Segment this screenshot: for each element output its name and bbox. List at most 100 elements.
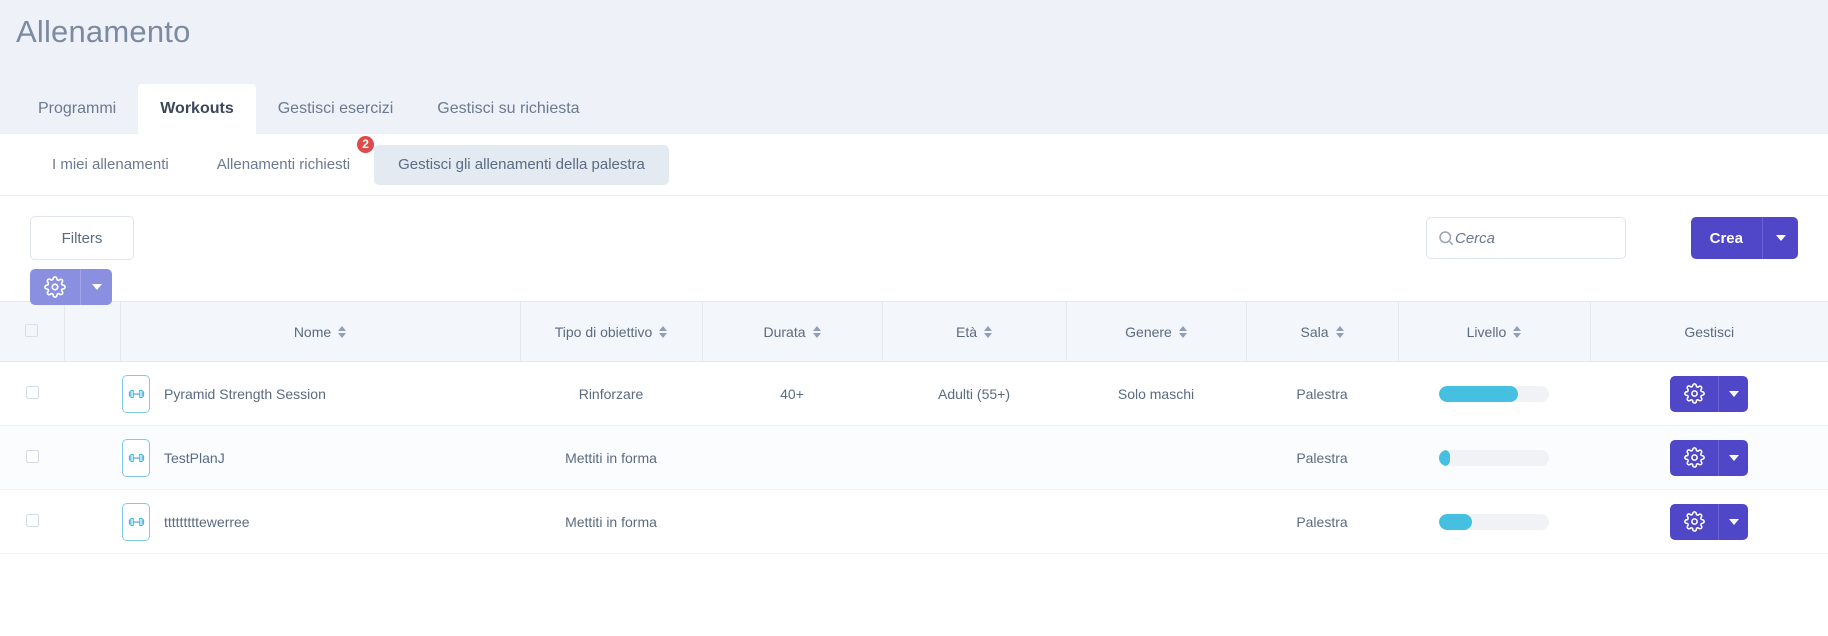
chevron-down-icon[interactable] — [1762, 217, 1798, 259]
age-cell — [882, 489, 1066, 554]
level-progress-fill — [1439, 385, 1519, 402]
app-page: Allenamento Programmi Workouts Gestisci … — [0, 0, 1828, 636]
row-select-cell[interactable] — [0, 489, 64, 554]
manage-cell[interactable] — [1590, 361, 1828, 426]
select-all-header[interactable] — [0, 301, 64, 362]
manage-cell[interactable] — [1590, 425, 1828, 490]
age-cell: Adulti (55+) — [882, 361, 1066, 426]
sort-icon[interactable] — [1335, 325, 1344, 338]
column-label: Livello — [1466, 323, 1507, 340]
workouts-table: Nome Tipo di obiettivo Durata Età Genere… — [0, 301, 1828, 554]
table-row[interactable]: TestPlanJ Mettiti in forma Palestra — [0, 425, 1828, 490]
search-input-wrapper[interactable] — [1426, 217, 1626, 259]
column-label: Genere — [1125, 323, 1172, 340]
status-badge: 2 — [355, 133, 377, 155]
age-cell — [882, 425, 1066, 490]
primary-tab-bar: Programmi Workouts Gestisci esercizi Ges… — [0, 84, 1828, 134]
column-header-nome[interactable]: Nome — [119, 301, 520, 362]
sort-icon[interactable] — [1178, 325, 1187, 338]
chevron-down-icon[interactable] — [1718, 375, 1748, 412]
icon-header — [63, 301, 120, 362]
manage-split-button[interactable] — [1670, 375, 1748, 412]
gear-icon[interactable] — [30, 269, 80, 305]
sort-icon[interactable] — [1513, 325, 1522, 338]
duration-cell: 40+ — [702, 361, 882, 426]
gear-icon[interactable] — [1670, 503, 1718, 540]
subtab-gestisci-allenamenti-palestra[interactable]: Gestisci gli allenamenti della palestra — [374, 144, 669, 185]
workout-name-cell: tttttttttewerree — [64, 489, 520, 554]
dumbbell-icon — [122, 502, 150, 541]
table-body: Pyramid Strength Session Rinforzare 40+ … — [0, 361, 1828, 554]
column-label: Sala — [1300, 323, 1329, 340]
level-progress-bar — [1439, 513, 1549, 530]
sort-icon[interactable] — [812, 325, 821, 338]
content-card: I miei allenamenti Allenamenti richiesti… — [0, 133, 1828, 636]
column-label: Gestisci — [1684, 323, 1735, 340]
workout-name: tttttttttewerree — [164, 513, 250, 530]
gear-icon[interactable] — [1670, 439, 1718, 476]
row-checkbox[interactable] — [25, 385, 39, 399]
row-select-cell[interactable] — [0, 425, 64, 490]
goal-cell: Mettiti in forma — [520, 425, 702, 490]
level-progress-fill — [1439, 449, 1450, 466]
column-header-livello[interactable]: Livello — [1397, 301, 1590, 362]
row-select-cell[interactable] — [0, 361, 64, 426]
create-split-button[interactable]: Crea — [1690, 217, 1798, 259]
table-row[interactable]: tttttttttewerree Mettiti in forma Palest… — [0, 489, 1828, 554]
row-checkbox[interactable] — [25, 449, 39, 463]
chevron-down-icon[interactable] — [80, 269, 112, 305]
workout-name-cell: Pyramid Strength Session — [64, 361, 520, 426]
select-all-checkbox[interactable] — [25, 323, 39, 337]
filters-button[interactable]: Filters — [30, 216, 134, 260]
level-progress-bar — [1439, 385, 1549, 402]
level-progress-fill — [1439, 513, 1472, 530]
level-cell — [1398, 361, 1590, 426]
tab-programmi[interactable]: Programmi — [16, 84, 138, 134]
column-header-genere[interactable]: Genere — [1065, 301, 1246, 362]
level-cell — [1398, 489, 1590, 554]
column-label: Età — [955, 323, 977, 340]
manage-cell[interactable] — [1590, 489, 1828, 554]
table-row[interactable]: Pyramid Strength Session Rinforzare 40+ … — [0, 361, 1828, 426]
goal-cell: Mettiti in forma — [520, 489, 702, 554]
search-input[interactable] — [1455, 229, 1605, 247]
column-header-tipo-di-obiettivo[interactable]: Tipo di obiettivo — [519, 301, 702, 362]
room-cell: Palestra — [1246, 425, 1398, 490]
subtab-i-miei-allenamenti[interactable]: I miei allenamenti — [28, 145, 193, 185]
manage-split-button[interactable] — [1670, 503, 1748, 540]
duration-cell — [702, 425, 882, 490]
row-checkbox[interactable] — [25, 513, 39, 527]
bulk-settings-split-button[interactable] — [30, 269, 112, 305]
dumbbell-icon — [122, 374, 150, 413]
workout-name: TestPlanJ — [164, 449, 225, 466]
sort-icon[interactable] — [984, 325, 992, 338]
column-header-sala[interactable]: Sala — [1245, 301, 1398, 362]
level-progress-bar — [1439, 449, 1549, 466]
dumbbell-icon — [122, 438, 150, 477]
manage-split-button[interactable] — [1670, 439, 1748, 476]
sort-icon[interactable] — [338, 325, 347, 338]
subtab-allenamenti-richiesti[interactable]: Allenamenti richiesti 2 — [193, 133, 377, 185]
gender-cell: Solo maschi — [1066, 361, 1246, 426]
page-title: Allenamento — [16, 14, 191, 49]
sort-icon[interactable] — [659, 325, 668, 338]
chevron-down-icon[interactable] — [1718, 439, 1748, 476]
column-label: Durata — [763, 323, 806, 340]
column-header-durata[interactable]: Durata — [701, 301, 882, 362]
tab-workouts[interactable]: Workouts — [138, 84, 256, 134]
subtab-label: Allenamenti richiesti — [216, 156, 351, 173]
toolbar: Filters Crea — [0, 196, 1828, 305]
goal-cell: Rinforzare — [520, 361, 702, 426]
gear-icon[interactable] — [1670, 375, 1718, 412]
search-icon — [1439, 231, 1454, 246]
duration-cell — [702, 489, 882, 554]
chevron-down-icon[interactable] — [1718, 503, 1748, 540]
create-button[interactable]: Crea — [1690, 217, 1762, 259]
tab-gestisci-su-richiesta[interactable]: Gestisci su richiesta — [415, 84, 601, 134]
gender-cell — [1066, 489, 1246, 554]
column-label: Nome — [293, 323, 332, 340]
column-header-eta[interactable]: Età — [881, 301, 1066, 362]
room-cell: Palestra — [1246, 361, 1398, 426]
level-cell — [1398, 425, 1590, 490]
tab-gestisci-esercizi[interactable]: Gestisci esercizi — [256, 84, 416, 134]
